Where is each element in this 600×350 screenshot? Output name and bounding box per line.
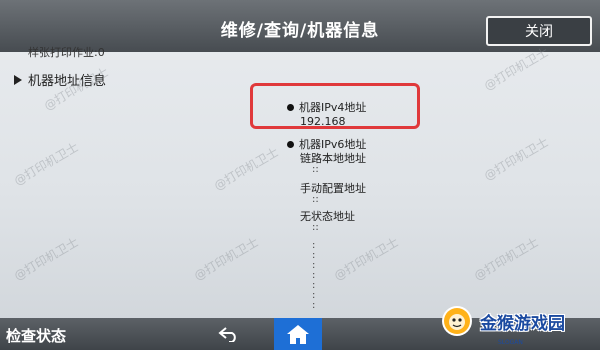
expand-triangle-icon xyxy=(14,74,22,85)
sample-print-jobs-row: 样张打印作业:0 xyxy=(28,46,105,59)
logo-text: 金猴游戏园 xyxy=(480,313,565,334)
dots-separator: ::::::: xyxy=(312,240,316,311)
manual-address-label: 手动配置地址 xyxy=(300,182,366,195)
bullet-icon xyxy=(287,140,294,148)
highlight-box xyxy=(250,83,420,129)
check-status-button[interactable]: 检查状态 xyxy=(6,325,66,346)
link-local-label: 链路本地地址 xyxy=(300,152,366,165)
back-button[interactable] xyxy=(212,323,246,345)
back-arrow-icon xyxy=(218,327,236,342)
monkey-logo-icon xyxy=(442,306,472,336)
stateless-address-value: :: xyxy=(312,222,319,233)
link-local-value: :: xyxy=(312,164,319,175)
manual-address-value: :: xyxy=(312,194,319,205)
home-button[interactable] xyxy=(274,318,322,350)
screen: 维修/查询/机器信息 关闭 样张打印作业:0 机器地址信息 机器IPv4地址 1… xyxy=(0,0,600,350)
home-icon xyxy=(287,325,309,344)
logo-subtext: SLOGAN xyxy=(498,339,523,346)
page-title: 维修/查询/机器信息 xyxy=(220,21,380,41)
stateless-address-label: 无状态地址 xyxy=(300,210,355,223)
